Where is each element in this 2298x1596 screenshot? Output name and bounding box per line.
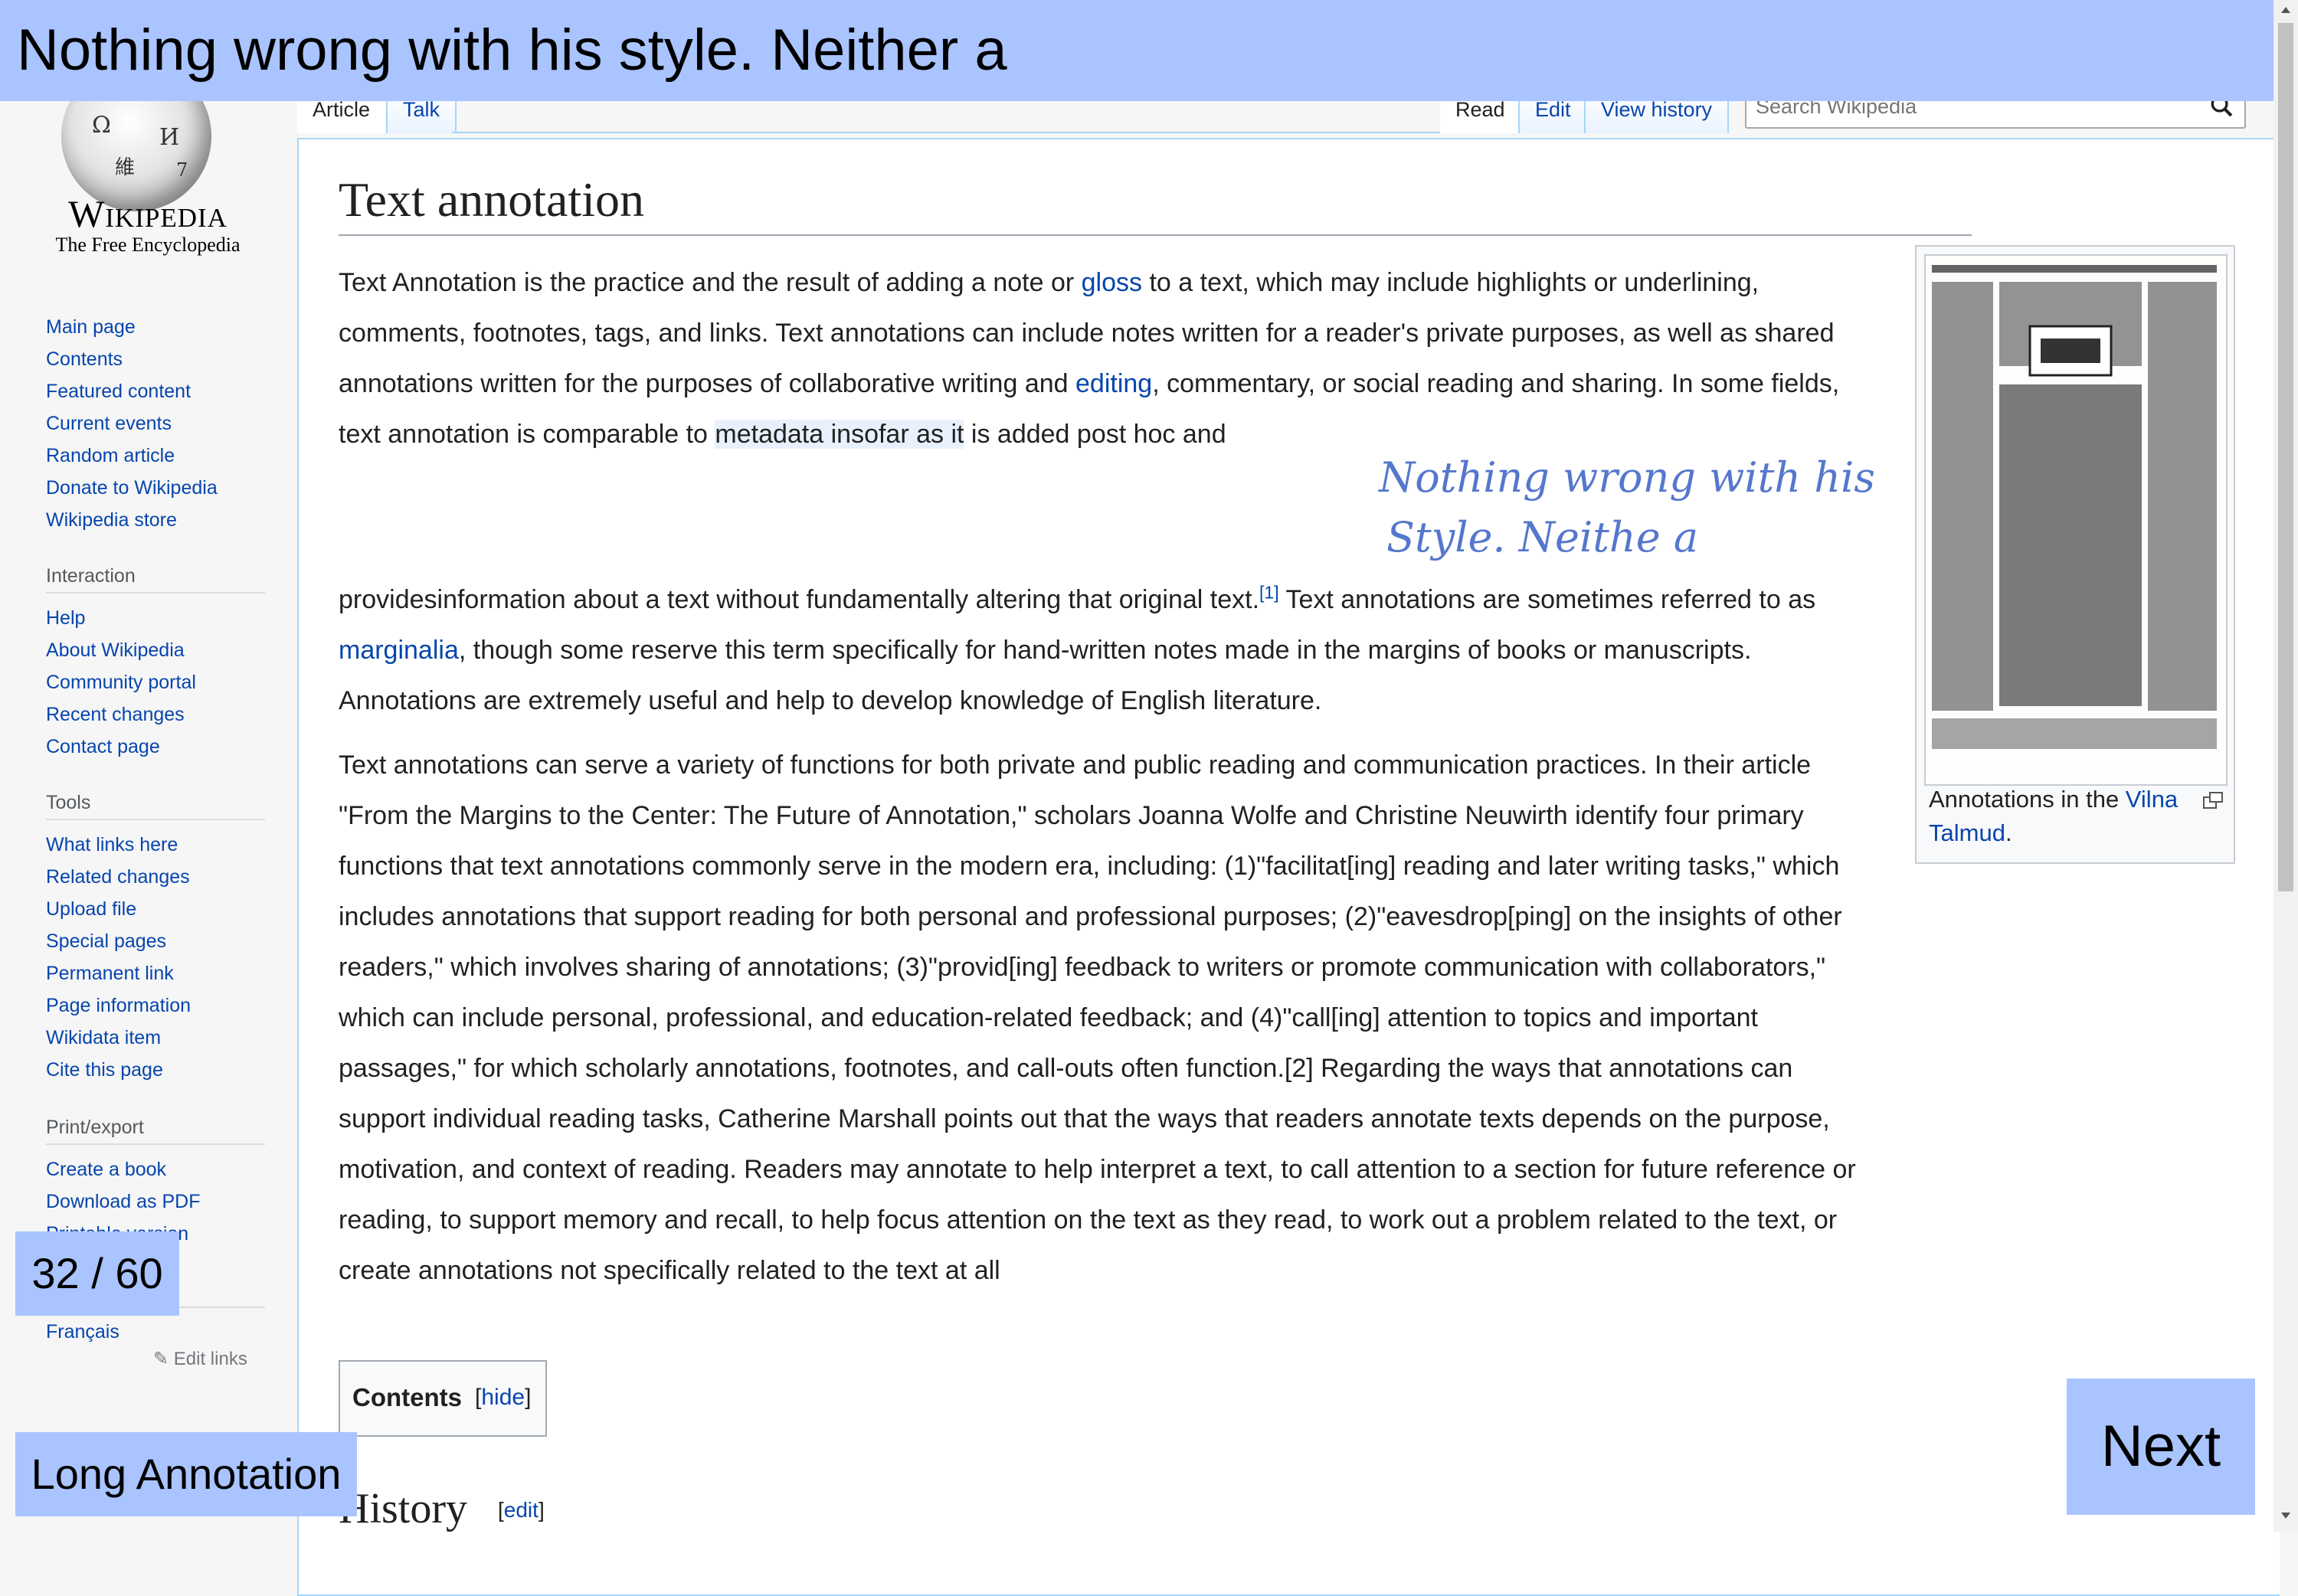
history-heading: History <box>339 1485 467 1532</box>
talmud-page-illustration <box>1926 256 2226 784</box>
table-of-contents: Contents [hide] <box>339 1360 547 1437</box>
functions-paragraph: Text annotations can serve a variety of … <box>339 751 1856 1285</box>
sidebar-nav-link[interactable]: Random article <box>46 445 175 466</box>
toc-title: Contents <box>352 1383 462 1411</box>
reference-1[interactable]: [1] <box>1259 583 1279 603</box>
sidebar-nav-item[interactable]: Main page <box>46 311 218 343</box>
sidebar-nav-item[interactable]: Featured content <box>46 375 218 407</box>
sidebar-nav-link[interactable]: Featured content <box>46 381 191 402</box>
thumbnail-figure: Annotations in the Vilna Talmud. <box>1915 245 2235 864</box>
sidebar-tools-item[interactable]: Permanent link <box>46 957 191 989</box>
tools-list: What links here Related changes Upload fil… <box>46 829 191 1086</box>
page-counter: 32 / 60 <box>15 1231 179 1316</box>
toc-hide-toggle[interactable]: [hide] <box>475 1385 531 1411</box>
scroll-thumb[interactable] <box>2278 23 2293 891</box>
sidebar-interaction-link[interactable]: Help <box>46 607 85 629</box>
sidebar-tools-item[interactable]: Special pages <box>46 925 191 957</box>
highlighted-text[interactable]: metadata insofar as it <box>715 420 964 449</box>
sidebar-tools-item[interactable]: Wikidata item <box>46 1022 191 1054</box>
sidebar-tools-link[interactable]: Permanent link <box>46 963 174 984</box>
sidebar-tools-link[interactable]: What links here <box>46 834 178 855</box>
scroll-down-icon[interactable] <box>2280 1510 2292 1521</box>
sidebar-tools-link[interactable]: Wikidata item <box>46 1027 161 1048</box>
sidebar-nav-link[interactable]: Main page <box>46 316 136 338</box>
sidebar-interaction-item[interactable]: Recent changes <box>46 698 196 731</box>
enlarge-icon[interactable] <box>2203 792 2223 809</box>
languages-list: Français <box>46 1316 119 1348</box>
long-annotation-label[interactable]: Long Annotation <box>15 1432 357 1516</box>
sidebar-interaction-link[interactable]: About Wikipedia <box>46 639 185 661</box>
sidebar-interaction-link[interactable]: Community portal <box>46 672 196 693</box>
sidebar-tools-item[interactable]: Cite this page <box>46 1054 191 1086</box>
sidebar-tools-link[interactable]: Related changes <box>46 866 190 888</box>
sidebar-nav-item[interactable]: Random article <box>46 440 218 472</box>
navigation-list: Main page Contents Featured content Current… <box>46 311 218 536</box>
sidebar-tools-link[interactable]: Special pages <box>46 930 166 952</box>
thumbnail-caption: Annotations in the Vilna Talmud. <box>1929 786 2179 846</box>
interaction-list: Help About Wikipedia Community portal Recen… <box>46 602 196 763</box>
sidebar-print-item[interactable]: Download as PDF <box>46 1186 200 1218</box>
sidebar-nav-link[interactable]: Wikipedia store <box>46 509 177 531</box>
sidebar-interaction-link[interactable]: Recent changes <box>46 704 185 725</box>
sidebar-tools-link[interactable]: Page information <box>46 995 191 1016</box>
wordmark: Wikipedia <box>68 192 228 235</box>
edit-links-link[interactable]: ✎ Edit links <box>153 1348 247 1370</box>
link-gloss[interactable]: gloss <box>1082 268 1142 297</box>
sidebar-nav-link[interactable]: Current events <box>46 413 172 434</box>
talmud-page-image[interactable] <box>1924 254 2228 786</box>
sidebar-nav-item[interactable]: Donate to Wikipedia <box>46 472 218 504</box>
sidebar-tools-link[interactable]: Upload file <box>46 898 136 920</box>
sidebar-print-link[interactable]: Create a book <box>46 1159 166 1180</box>
sidebar-interaction-item[interactable]: Community portal <box>46 666 196 698</box>
handwritten-annotation: Nothing wrong with his Style. Neithe a <box>1377 453 1875 561</box>
intro-paragraph-continued: providesinformation about a text without… <box>339 582 1816 715</box>
link-marginalia[interactable]: marginalia <box>339 636 459 665</box>
sidebar-nav-item[interactable]: Current events <box>46 407 218 440</box>
print-export-heading: Print/export <box>46 1117 265 1145</box>
handwriting-line-1: Nothing wrong with his <box>1377 453 1875 502</box>
sidebar-language-item[interactable]: Français <box>46 1316 119 1348</box>
tools-heading: Tools <box>46 792 265 820</box>
history-edit-link[interactable]: [edit] <box>498 1498 545 1522</box>
tagline: The Free Encyclopedia <box>55 234 241 256</box>
page-title: Text annotation <box>339 172 1972 236</box>
sidebar-interaction-item[interactable]: About Wikipedia <box>46 634 196 666</box>
annotation-banner: Nothing wrong with his style. Neither a <box>0 0 2273 101</box>
sidebar-interaction-item[interactable]: Contact page <box>46 731 196 763</box>
sidebar-interaction-link[interactable]: Contact page <box>46 736 160 757</box>
sidebar-language-link[interactable]: Français <box>46 1321 119 1343</box>
next-button[interactable]: Next <box>2067 1379 2255 1515</box>
sidebar-tools-item[interactable]: Upload file <box>46 893 191 925</box>
edit-links-label: Edit links <box>173 1349 247 1369</box>
tab-separator <box>452 132 1440 133</box>
sidebar-tools-item[interactable]: Page information <box>46 989 191 1022</box>
link-editing[interactable]: editing <box>1075 369 1152 398</box>
sidebar-print-link[interactable]: Download as PDF <box>46 1191 200 1212</box>
interaction-heading: Interaction <box>46 565 265 594</box>
intro-paragraph: Text Annotation is the practice and the … <box>339 268 1840 449</box>
sidebar-nav-link[interactable]: Donate to Wikipedia <box>46 477 218 499</box>
sidebar-print-item[interactable]: Create a book <box>46 1153 200 1186</box>
sidebar-tools-item[interactable]: What links here <box>46 829 191 861</box>
sidebar-tools-item[interactable]: Related changes <box>46 861 191 893</box>
handwriting-line-2: Style. Neithe a <box>1386 513 1698 561</box>
pencil-icon: ✎ <box>153 1349 169 1369</box>
sidebar-nav-item[interactable]: Contents <box>46 343 218 375</box>
scroll-up-icon[interactable] <box>2280 5 2292 15</box>
scrollbar[interactable] <box>2273 0 2298 1532</box>
sidebar-tools-link[interactable]: Cite this page <box>46 1059 163 1081</box>
sidebar-nav-item[interactable]: Wikipedia store <box>46 504 218 536</box>
sidebar-nav-link[interactable]: Contents <box>46 348 123 370</box>
sidebar-interaction-item[interactable]: Help <box>46 602 196 634</box>
